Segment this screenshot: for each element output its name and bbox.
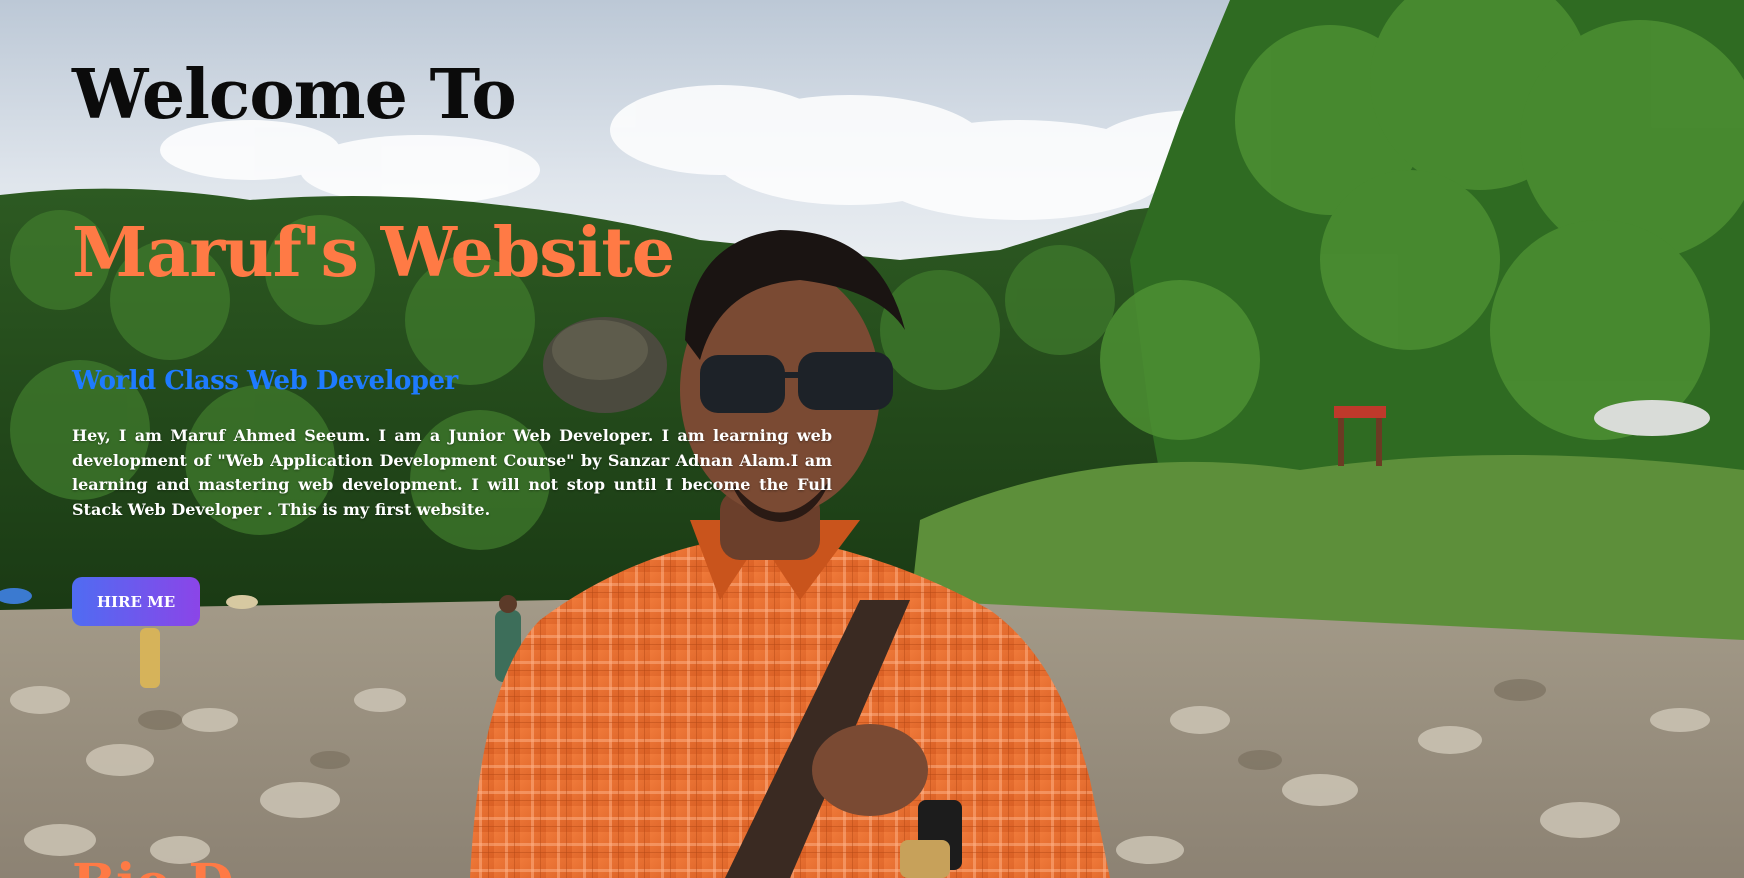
hire-me-button[interactable]: HIRE ME (72, 577, 200, 626)
site-name-heading: Maruf's Website (72, 213, 675, 293)
intro-paragraph: Hey, I am Maruf Ahmed Seeum. I am a Juni… (72, 426, 832, 519)
tagline-heading: World Class Web Developer (72, 366, 458, 396)
welcome-heading: Welcome To (72, 55, 517, 135)
hero-section: Welcome To Maruf's Website World Class W… (0, 0, 1744, 878)
next-section-heading: Bio D (72, 858, 234, 878)
